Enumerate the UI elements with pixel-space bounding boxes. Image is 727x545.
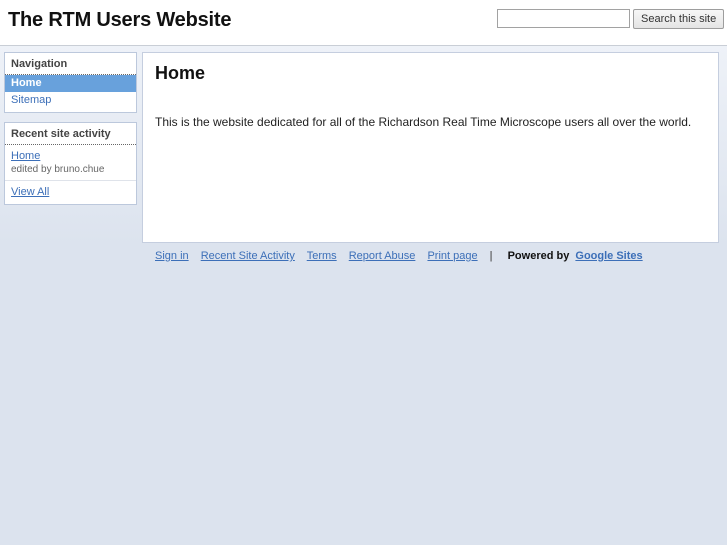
navigation-box: Navigation Home Sitemap: [4, 52, 137, 113]
search-input[interactable]: [497, 9, 630, 28]
sidebar-item-home[interactable]: Home: [5, 75, 136, 92]
footer-separator: |: [489, 250, 493, 262]
google-sites-link[interactable]: Google Sites: [575, 250, 642, 262]
footer-link-print-page[interactable]: Print page: [427, 250, 477, 262]
footer-link-report-abuse[interactable]: Report Abuse: [349, 250, 416, 262]
sidebar-item-sitemap[interactable]: Sitemap: [5, 92, 136, 109]
footer-link-terms[interactable]: Terms: [307, 250, 337, 262]
main-content: Home This is the website dedicated for a…: [142, 52, 719, 243]
view-all-link[interactable]: View All: [11, 186, 49, 198]
activity-entry: Home edited by bruno.chue: [5, 145, 136, 180]
site-title: The RTM Users Website: [8, 9, 232, 31]
page-title: Home: [155, 63, 206, 83]
powered-by-label: Powered by: [507, 250, 570, 262]
navigation-title: Navigation: [5, 53, 136, 75]
footer-link-sign-in[interactable]: Sign in: [155, 250, 189, 262]
activity-entry-meta: edited by bruno.chue: [11, 164, 105, 175]
view-all-row: View All: [5, 180, 136, 204]
recent-activity-title: Recent site activity: [5, 123, 136, 145]
header: The RTM Users Website Search this site: [0, 0, 727, 46]
recent-activity-box: Recent site activity Home edited by brun…: [4, 122, 137, 205]
body-text: This is the website dedicated for all of…: [155, 115, 692, 129]
footer: Sign in Recent Site Activity Terms Repor…: [142, 250, 719, 262]
sidebar: Navigation Home Sitemap Recent site acti…: [4, 52, 137, 205]
activity-entry-link[interactable]: Home: [11, 150, 40, 162]
footer-link-recent-site-activity[interactable]: Recent Site Activity: [201, 250, 295, 262]
search-button[interactable]: Search this site: [633, 9, 725, 29]
page: The RTM Users Website Search this site N…: [0, 0, 727, 545]
navigation-list: Home Sitemap: [5, 75, 136, 112]
